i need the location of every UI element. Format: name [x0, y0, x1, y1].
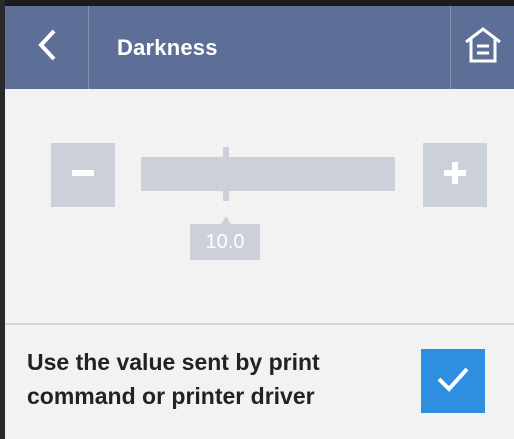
page-title: Darkness — [117, 34, 218, 60]
option-label-line2: command or printer driver — [27, 383, 315, 409]
chevron-left-icon — [36, 28, 58, 67]
use-sent-value-option: Use the value sent by print command or p… — [5, 325, 514, 439]
increase-button[interactable] — [423, 143, 487, 207]
value-pointer — [221, 216, 231, 224]
plus-icon — [443, 161, 467, 190]
slider-value-label: 10.0 — [190, 224, 260, 260]
decrease-button[interactable] — [51, 143, 115, 207]
back-button[interactable] — [5, 6, 89, 89]
option-label-line1: Use the value sent by print — [27, 349, 320, 375]
home-icon — [463, 25, 503, 70]
checkmark-icon — [435, 364, 471, 399]
use-sent-value-checkbox[interactable] — [421, 349, 485, 413]
slider-track[interactable] — [141, 157, 395, 191]
screen: Darkness 10.0 Use the value sent by prin… — [0, 0, 514, 439]
option-label: Use the value sent by print command or p… — [27, 345, 367, 413]
darkness-slider-panel: 10.0 — [5, 89, 514, 323]
slider-thumb[interactable] — [223, 147, 229, 201]
minus-icon — [71, 161, 95, 190]
header-bar: Darkness — [5, 6, 514, 89]
home-button[interactable] — [450, 6, 514, 89]
